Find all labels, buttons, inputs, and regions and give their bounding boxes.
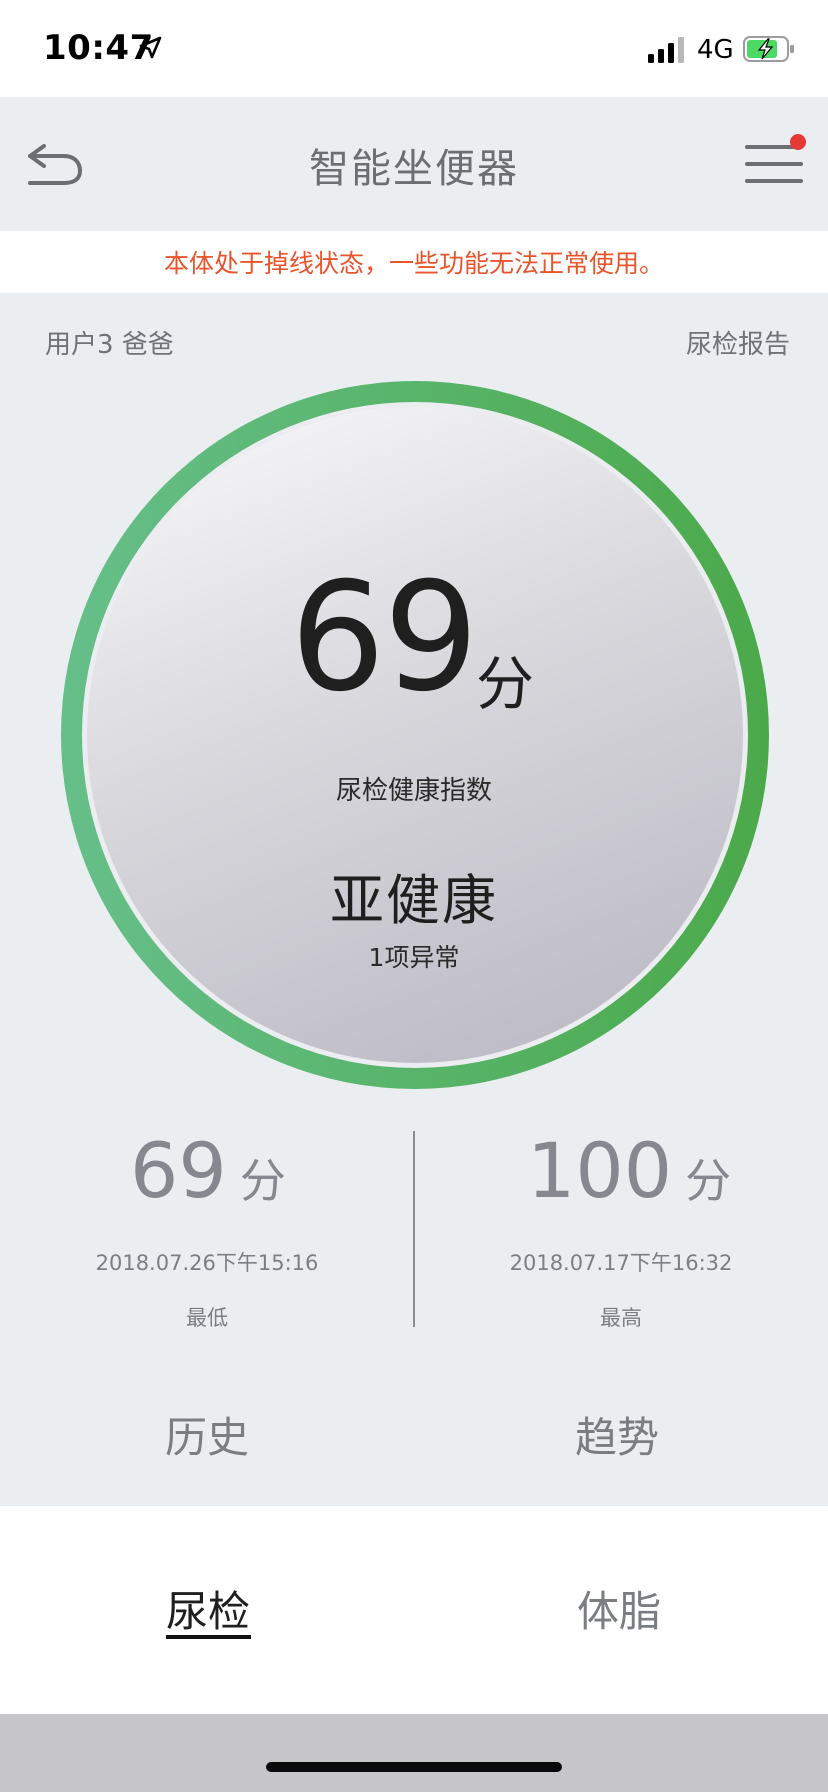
min-score-caption: 最低 — [186, 1306, 228, 1330]
health-status-label: 亚健康 — [330, 869, 498, 932]
urine-report-link[interactable]: 尿检报告 — [686, 324, 790, 361]
active-tab-indicator — [166, 1635, 251, 1639]
history-button[interactable]: 历史 — [152, 1404, 262, 1465]
trend-button[interactable]: 趋势 — [562, 1404, 672, 1465]
network-label: 4G — [697, 35, 734, 65]
offline-warning-text: 本体处于掉线状态，一些功能无法正常使用。 — [163, 249, 664, 278]
max-score: 100 分 — [527, 1133, 731, 1211]
signal-bars-icon — [648, 37, 684, 63]
home-indicator[interactable] — [266, 1762, 562, 1772]
user-label[interactable]: 用户3 爸爸 — [45, 324, 174, 361]
abnormal-count-label: 1项异常 — [368, 943, 460, 972]
health-score-unit: 分 — [476, 650, 535, 718]
battery-charging-icon — [743, 36, 794, 62]
health-index-label: 尿检健康指数 — [335, 776, 492, 806]
min-score-value: 69 — [130, 1126, 227, 1215]
max-score-date: 2018.07.17下午16:32 — [509, 1251, 733, 1275]
tab-body-fat[interactable]: 体脂 — [573, 1578, 665, 1639]
max-score-unit: 分 — [685, 1154, 732, 1208]
bottom-tab-bar — [0, 1506, 828, 1714]
health-score-gauge — [61, 381, 769, 1089]
health-score-value: 69 — [290, 551, 479, 725]
stats-divider — [413, 1131, 415, 1327]
max-score-value: 100 — [527, 1126, 673, 1215]
home-indicator-area — [0, 1714, 828, 1792]
min-score: 69 分 — [130, 1133, 286, 1211]
min-score-unit: 分 — [239, 1154, 286, 1208]
min-score-date: 2018.07.26下午15:16 — [95, 1251, 319, 1275]
notification-dot — [790, 134, 806, 150]
tab-urine-test[interactable]: 尿检 — [166, 1578, 250, 1639]
page-title: 智能坐便器 — [309, 146, 519, 192]
location-arrow-icon — [139, 36, 162, 59]
max-score-caption: 最高 — [600, 1306, 642, 1330]
